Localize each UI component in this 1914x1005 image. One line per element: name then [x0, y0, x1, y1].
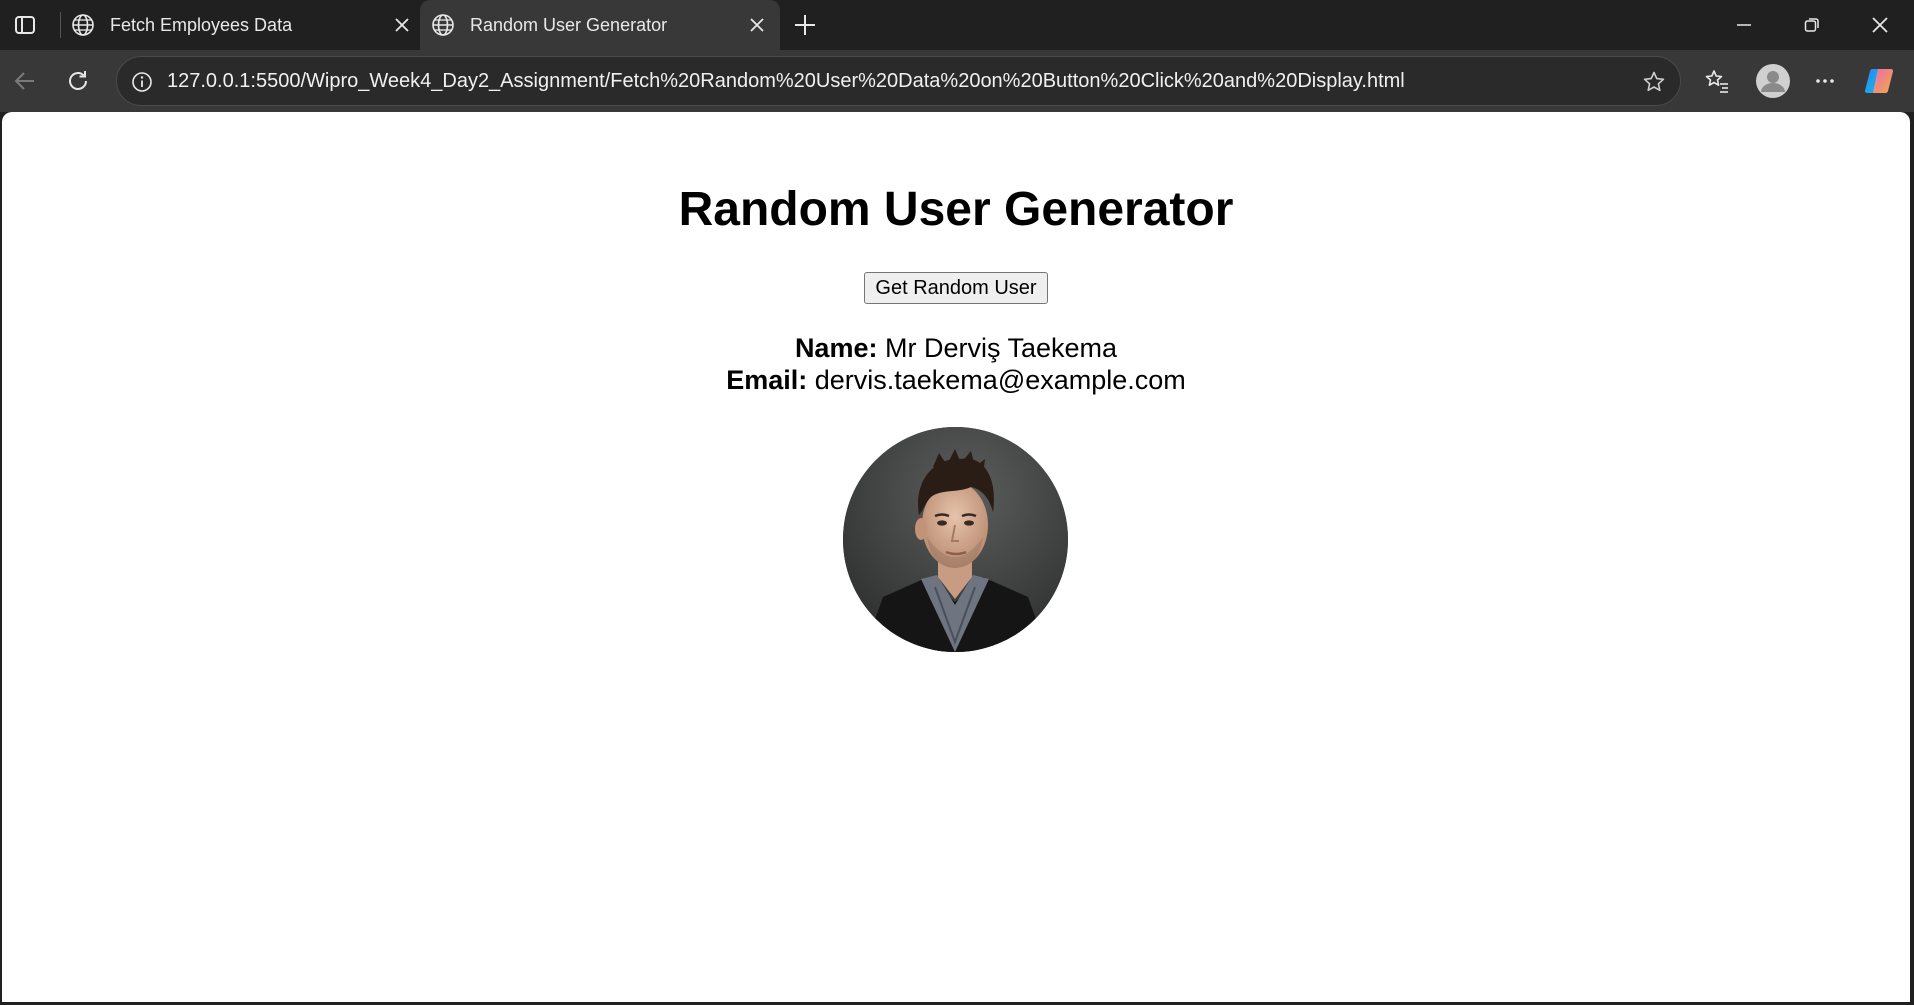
- tab-random-user-generator[interactable]: Random User Generator: [420, 0, 780, 50]
- tab-separator: [60, 12, 61, 38]
- url-text: 127.0.0.1:5500/Wipro_Week4_Day2_Assignme…: [167, 70, 1405, 92]
- user-photo: [843, 427, 1068, 652]
- profile-icon[interactable]: [1753, 61, 1793, 101]
- name-value: Mr Derviş Taekema: [884, 333, 1118, 363]
- restore-icon[interactable]: [1778, 0, 1846, 50]
- minimize-icon[interactable]: [1710, 0, 1778, 50]
- reload-icon[interactable]: [61, 64, 95, 98]
- user-info: Name: Mr Derviş Taekema Email: dervis.ta…: [2, 332, 1910, 396]
- close-icon[interactable]: [744, 12, 770, 38]
- get-random-user-button[interactable]: Get Random User: [864, 272, 1048, 304]
- tab-title: Fetch Employees Data: [110, 14, 293, 35]
- page-viewport: Random User Generator Get Random User Na…: [2, 112, 1910, 1002]
- page-title: Random User Generator: [678, 183, 1234, 236]
- copilot-icon[interactable]: [1862, 64, 1896, 98]
- close-icon[interactable]: [389, 12, 415, 38]
- plus-icon[interactable]: [790, 10, 820, 40]
- globe-icon: [70, 12, 96, 38]
- tab-strip: Fetch Employees Data Random User Generat…: [0, 0, 1914, 50]
- window-close-icon[interactable]: [1846, 0, 1914, 50]
- favorites-icon[interactable]: [1700, 64, 1734, 98]
- globe-icon: [430, 12, 456, 38]
- email-row: Email: dervis.taekema@example.com: [2, 364, 1910, 396]
- toolbar: 127.0.0.1:5500/Wipro_Week4_Day2_Assignme…: [0, 50, 1914, 112]
- button-container: Get Random User: [2, 272, 1910, 304]
- more-icon[interactable]: [1808, 64, 1842, 98]
- name-label: Name:: [794, 333, 878, 363]
- back-icon[interactable]: [8, 64, 42, 98]
- info-icon[interactable]: [129, 69, 155, 95]
- name-row: Name: Mr Derviş Taekema: [2, 332, 1910, 364]
- tab-actions-icon[interactable]: [10, 10, 40, 40]
- email-label: Email:: [726, 365, 808, 395]
- tab-fetch-employees[interactable]: Fetch Employees Data: [70, 0, 415, 50]
- address-bar[interactable]: 127.0.0.1:5500/Wipro_Week4_Day2_Assignme…: [116, 56, 1681, 106]
- email-value: dervis.taekema@example.com: [814, 365, 1186, 395]
- star-icon[interactable]: [1640, 68, 1668, 96]
- tab-title: Random User Generator: [470, 14, 668, 35]
